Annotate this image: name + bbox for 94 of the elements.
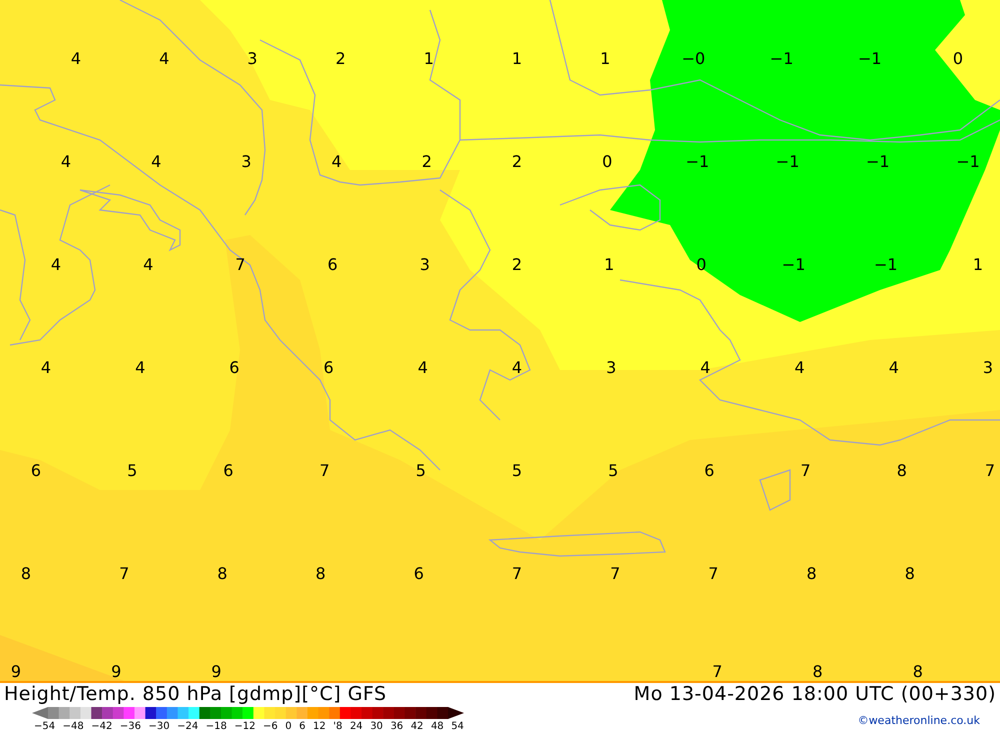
temperature-label: 3 [606, 358, 616, 377]
temperature-label: 3 [247, 49, 258, 68]
legend-tick-label: −24 [177, 721, 198, 732]
legend-tick-label: '8 [333, 721, 342, 732]
legend-tick-label: 36 [390, 721, 404, 732]
temperature-label: 6 [414, 564, 424, 583]
temperature-label: 9 [10, 662, 22, 681]
temperature-label: 0 [952, 49, 964, 68]
temperature-label: 4 [700, 358, 710, 377]
temperature-label: 3 [241, 152, 252, 171]
legend-tick-label: −48 [62, 721, 84, 732]
temperature-label: 1 [604, 255, 614, 274]
temperature-label: 8 [896, 461, 907, 480]
temperature-label: −1 [866, 152, 890, 171]
temperature-label: 4 [888, 358, 899, 377]
temperature-label: 7 [512, 564, 522, 583]
temperature-label: 7 [800, 461, 811, 480]
temperature-label: 6 [223, 461, 234, 480]
temperature-label: 1 [972, 255, 984, 274]
temperature-label: 4 [40, 358, 52, 377]
temperature-label: −1 [686, 152, 710, 171]
temperature-label: 6 [704, 461, 714, 480]
temperature-label: 2 [336, 49, 346, 68]
legend-tick-label: −30 [148, 721, 170, 732]
temperature-label: 4 [332, 152, 342, 171]
temperature-label: 8 [904, 564, 915, 583]
temperature-label: 8 [912, 662, 923, 681]
temperature-label: −0 [682, 49, 706, 68]
temperature-label: 5 [608, 461, 618, 480]
temperature-label: 4 [135, 358, 146, 377]
legend-tick-label: 30 [370, 721, 383, 732]
temperature-label: 2 [512, 152, 522, 171]
temperature-label: 9 [111, 662, 122, 681]
temperature-label: 4 [70, 49, 82, 68]
legend-right-arrow-icon [448, 707, 464, 719]
copyright-link[interactable]: ©weatheronline.co.uk [858, 713, 980, 730]
legend-tick-label: 6 [299, 721, 306, 732]
temperature-label: −1 [782, 255, 806, 274]
temperature-label: 5 [512, 461, 522, 480]
temperature-label: 6 [328, 255, 338, 274]
temperature-label: −1 [858, 49, 882, 68]
legend-tick-label: 54 [451, 721, 464, 732]
legend-tick-label: −36 [120, 721, 141, 732]
temperature-label: 8 [812, 662, 823, 681]
temperature-label: −1 [776, 152, 800, 171]
legend-tick-label: 48 [430, 721, 444, 732]
legend-tick-label: −42 [91, 721, 112, 732]
temperature-label: 0 [602, 152, 612, 171]
legend-tick-label: 24 [350, 721, 363, 732]
valid-time: Mo 13-04-2026 18:00 UTC (00+330) [634, 683, 996, 705]
temperature-label: 7 [119, 564, 130, 583]
legend-tick-label: 42 [410, 721, 424, 732]
temperature-label: −1 [874, 255, 898, 274]
temperature-label: 6 [229, 358, 240, 377]
temperature-label: 8 [316, 564, 326, 583]
legend-tick-label: 12 [313, 721, 326, 732]
temperature-label: 1 [424, 49, 434, 68]
temperature-label: 1 [512, 49, 522, 68]
temperature-label: 9 [211, 662, 222, 681]
temperature-label: 5 [416, 461, 426, 480]
legend-tick-label: −12 [234, 721, 256, 732]
temperature-label: 4 [159, 49, 170, 68]
temperature-label: −1 [770, 49, 794, 68]
temperature-label: 4 [143, 255, 154, 274]
temperature-label: 7 [712, 662, 722, 681]
temperature-label: 2 [422, 152, 432, 171]
legend-tick-label: 0 [285, 721, 292, 732]
temperature-label: 4 [60, 152, 72, 171]
temperature-label: 7 [235, 255, 246, 274]
temperature-label: 6 [30, 461, 42, 480]
temperature-label: 4 [512, 358, 522, 377]
legend-left-arrow-icon [32, 707, 48, 719]
temperature-label: 2 [512, 255, 522, 274]
temperature-label: 4 [50, 255, 62, 274]
temperature-label: 1 [600, 49, 610, 68]
temperature-label: 8 [217, 564, 228, 583]
map-title: Height/Temp. 850 hPa [gdmp][°C] GFS [4, 683, 388, 705]
temperature-label: 7 [610, 564, 620, 583]
temperature-label: 4 [794, 358, 805, 377]
temperature-label: 7 [320, 461, 330, 480]
temperature-label: 7 [708, 564, 718, 583]
temperature-label: 6 [324, 358, 334, 377]
temperature-label: 3 [982, 358, 994, 377]
temperature-label: 5 [127, 461, 138, 480]
legend-tick-label: −54 [34, 721, 56, 732]
temperature-label: 4 [151, 152, 162, 171]
temperature-label: 7 [984, 461, 996, 480]
temperature-label: −1 [956, 152, 980, 171]
legend-tick-label: −18 [206, 721, 227, 732]
legend-tick-label: −6 [263, 721, 278, 732]
temperature-label: 8 [20, 564, 32, 583]
temperature-label: 4 [418, 358, 428, 377]
temperature-label: 8 [806, 564, 817, 583]
temperature-label: 3 [420, 255, 430, 274]
